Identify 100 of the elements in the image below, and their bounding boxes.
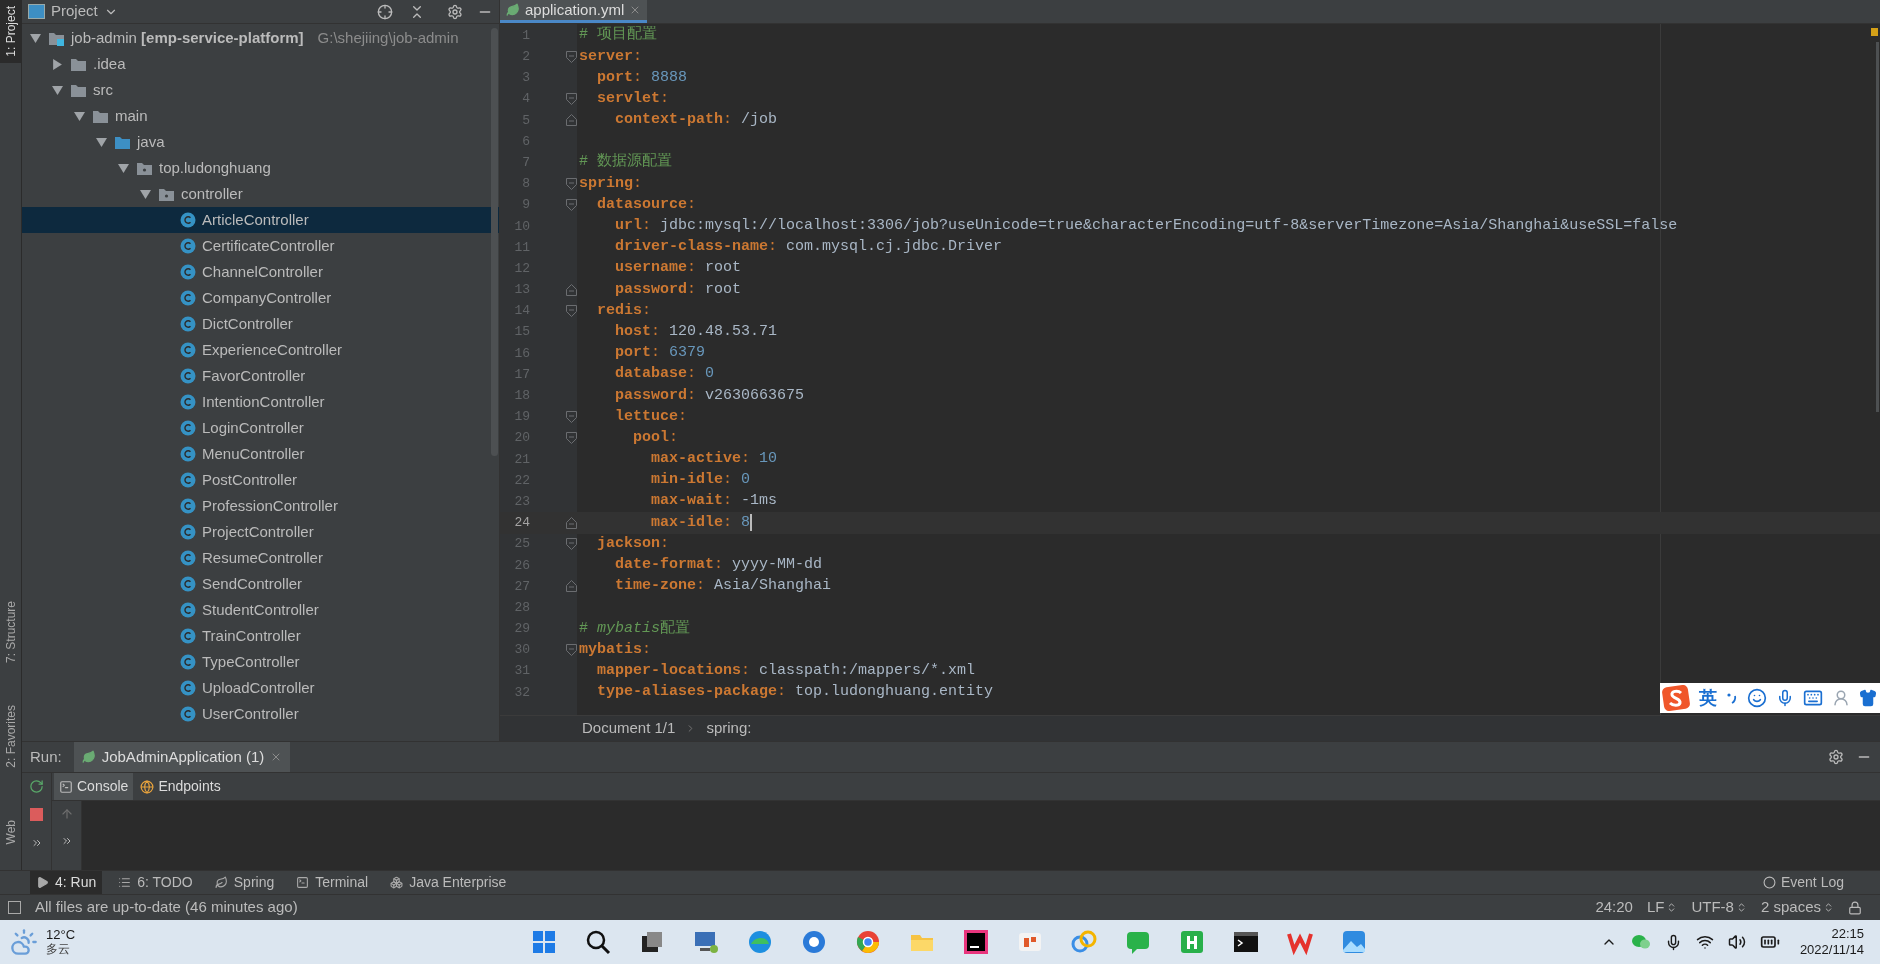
scrollbar-thumb[interactable] (1876, 42, 1879, 412)
tree-item[interactable]: SendController (22, 571, 499, 597)
fold-marker-icon[interactable] (566, 644, 577, 657)
fold-marker-icon[interactable] (566, 114, 577, 127)
locate-icon[interactable] (377, 3, 393, 20)
tree-item[interactable]: java (22, 129, 499, 155)
tool-window-button[interactable]: 6: TODO (112, 871, 199, 894)
ide-icon[interactable] (962, 928, 990, 956)
tree-item[interactable]: CompanyController (22, 285, 499, 311)
fold-marker-icon[interactable] (566, 516, 577, 529)
fold-marker-icon[interactable] (566, 283, 577, 296)
tree-item[interactable]: ProfessionController (22, 493, 499, 519)
breadcrumb[interactable]: Document 1/1 (582, 717, 676, 740)
app-icon[interactable] (1178, 928, 1206, 956)
fold-marker-icon[interactable] (566, 432, 577, 445)
tool-window-button[interactable]: Spring (208, 871, 281, 894)
tree-item[interactable]: .idea (22, 51, 499, 77)
tree-item[interactable]: StudentController (22, 597, 499, 623)
fold-marker-icon[interactable] (566, 410, 577, 423)
panel-title[interactable]: Project (51, 0, 98, 23)
more-icon[interactable] (60, 835, 73, 847)
tree-item[interactable]: ArticleController (22, 207, 499, 233)
settings-icon[interactable] (1828, 749, 1844, 765)
photos-icon[interactable] (1340, 928, 1368, 956)
volume-icon[interactable] (1727, 933, 1746, 951)
tree-item[interactable]: job-admin [emp-service-platform] G:\shejiing\job-admin (22, 25, 499, 51)
tree-item[interactable]: ChannelController (22, 259, 499, 285)
tree-item[interactable]: controller (22, 181, 499, 207)
expanded-arrow-icon[interactable] (30, 32, 41, 44)
tree-item[interactable]: MenuController (22, 441, 499, 467)
clock-time[interactable]: 22:15 (1831, 926, 1864, 942)
fold-marker-icon[interactable] (566, 199, 577, 212)
tree-item[interactable]: src (22, 77, 499, 103)
fold-marker-icon[interactable] (566, 580, 577, 593)
console-tab[interactable]: Endpoints (135, 773, 226, 800)
run-config-tab[interactable]: JobAdminApplication (1) (73, 742, 291, 772)
weather-icon[interactable] (10, 928, 38, 956)
input-mode-toggle[interactable]: 英 (1699, 684, 1717, 712)
expanded-arrow-icon[interactable] (118, 162, 129, 174)
tree-item[interactable]: UploadController (22, 675, 499, 701)
tool-window-button[interactable]: Java Enterprise (384, 871, 513, 894)
search-icon[interactable] (584, 928, 612, 956)
lock-icon[interactable] (1848, 900, 1862, 915)
fold-marker-icon[interactable] (566, 50, 577, 63)
more-icon[interactable] (30, 837, 43, 849)
wifi-icon[interactable] (1695, 933, 1714, 951)
fold-marker-icon[interactable] (566, 305, 577, 318)
browser-icon[interactable] (800, 928, 828, 956)
rerun-icon[interactable] (29, 779, 44, 794)
tree-item[interactable]: FavorController (22, 363, 499, 389)
browser-icon[interactable] (746, 928, 774, 956)
tree-item[interactable]: TrainController (22, 623, 499, 649)
status-widget[interactable]: LF (1646, 896, 1678, 919)
editor-tab[interactable]: application.yml (500, 0, 648, 23)
settings-icon[interactable] (447, 3, 463, 20)
fold-marker-icon[interactable] (566, 177, 577, 190)
fold-marker-icon[interactable] (566, 93, 577, 106)
class-icon (180, 498, 196, 514)
punctuation-icon[interactable] (1726, 691, 1738, 705)
tree-item[interactable]: ExperienceController (22, 337, 499, 363)
fold-marker-icon[interactable] (566, 538, 577, 551)
start-icon[interactable] (530, 928, 558, 956)
clock-date[interactable]: 2022/11/14 (1799, 942, 1864, 958)
tree-item[interactable]: ProjectController (22, 519, 499, 545)
status-icon[interactable] (8, 901, 21, 914)
collapsed-arrow-icon[interactable] (52, 58, 63, 70)
tree-item[interactable]: top.ludonghuang (22, 155, 499, 181)
scroll-up-icon[interactable] (59, 807, 74, 821)
tree-item[interactable]: PostController (22, 467, 499, 493)
chat-tray-icon[interactable] (1630, 933, 1651, 951)
tree-item[interactable]: LoginController (22, 415, 499, 441)
shirt-icon[interactable] (1859, 689, 1877, 707)
browser-icon[interactable] (854, 928, 882, 956)
user-icon[interactable] (1832, 689, 1850, 707)
tree-item[interactable]: TypeController (22, 649, 499, 675)
status-widget[interactable]: 2 spaces (1760, 896, 1834, 919)
tool-window-button[interactable]: Web (0, 813, 22, 850)
status-widget[interactable]: 24:20 (1595, 896, 1633, 919)
tree-item[interactable]: CertificateController (22, 233, 499, 259)
tool-window-button[interactable]: 1: Project (0, 0, 22, 63)
event-log-button[interactable]: Event Log (1756, 872, 1850, 893)
status-widget[interactable]: UTF-8 (1691, 896, 1747, 919)
emoji-icon[interactable] (1747, 688, 1767, 708)
tool-window-button[interactable]: 2: Favorites (0, 698, 22, 774)
tree-item[interactable]: IntentionController (22, 389, 499, 415)
expanded-arrow-icon[interactable] (52, 84, 63, 96)
expanded-arrow-icon[interactable] (74, 110, 85, 122)
tree-item[interactable]: ResumeController (22, 545, 499, 571)
console-tab[interactable]: Console (54, 773, 134, 800)
tool-window-button[interactable]: Terminal (290, 871, 375, 894)
tree-item[interactable]: UserController (22, 701, 499, 727)
tool-window-button[interactable]: 4: Run (30, 871, 103, 894)
breadcrumb[interactable]: spring: (706, 717, 752, 740)
tree-item[interactable]: main (22, 103, 499, 129)
tool-window-button[interactable]: 7: Structure (0, 594, 22, 669)
tree-item[interactable]: DictController (22, 311, 499, 337)
expanded-arrow-icon[interactable] (140, 188, 151, 200)
scrollbar-thumb[interactable] (491, 28, 498, 456)
keyboard-icon[interactable] (1803, 688, 1823, 708)
expanded-arrow-icon[interactable] (96, 136, 107, 148)
